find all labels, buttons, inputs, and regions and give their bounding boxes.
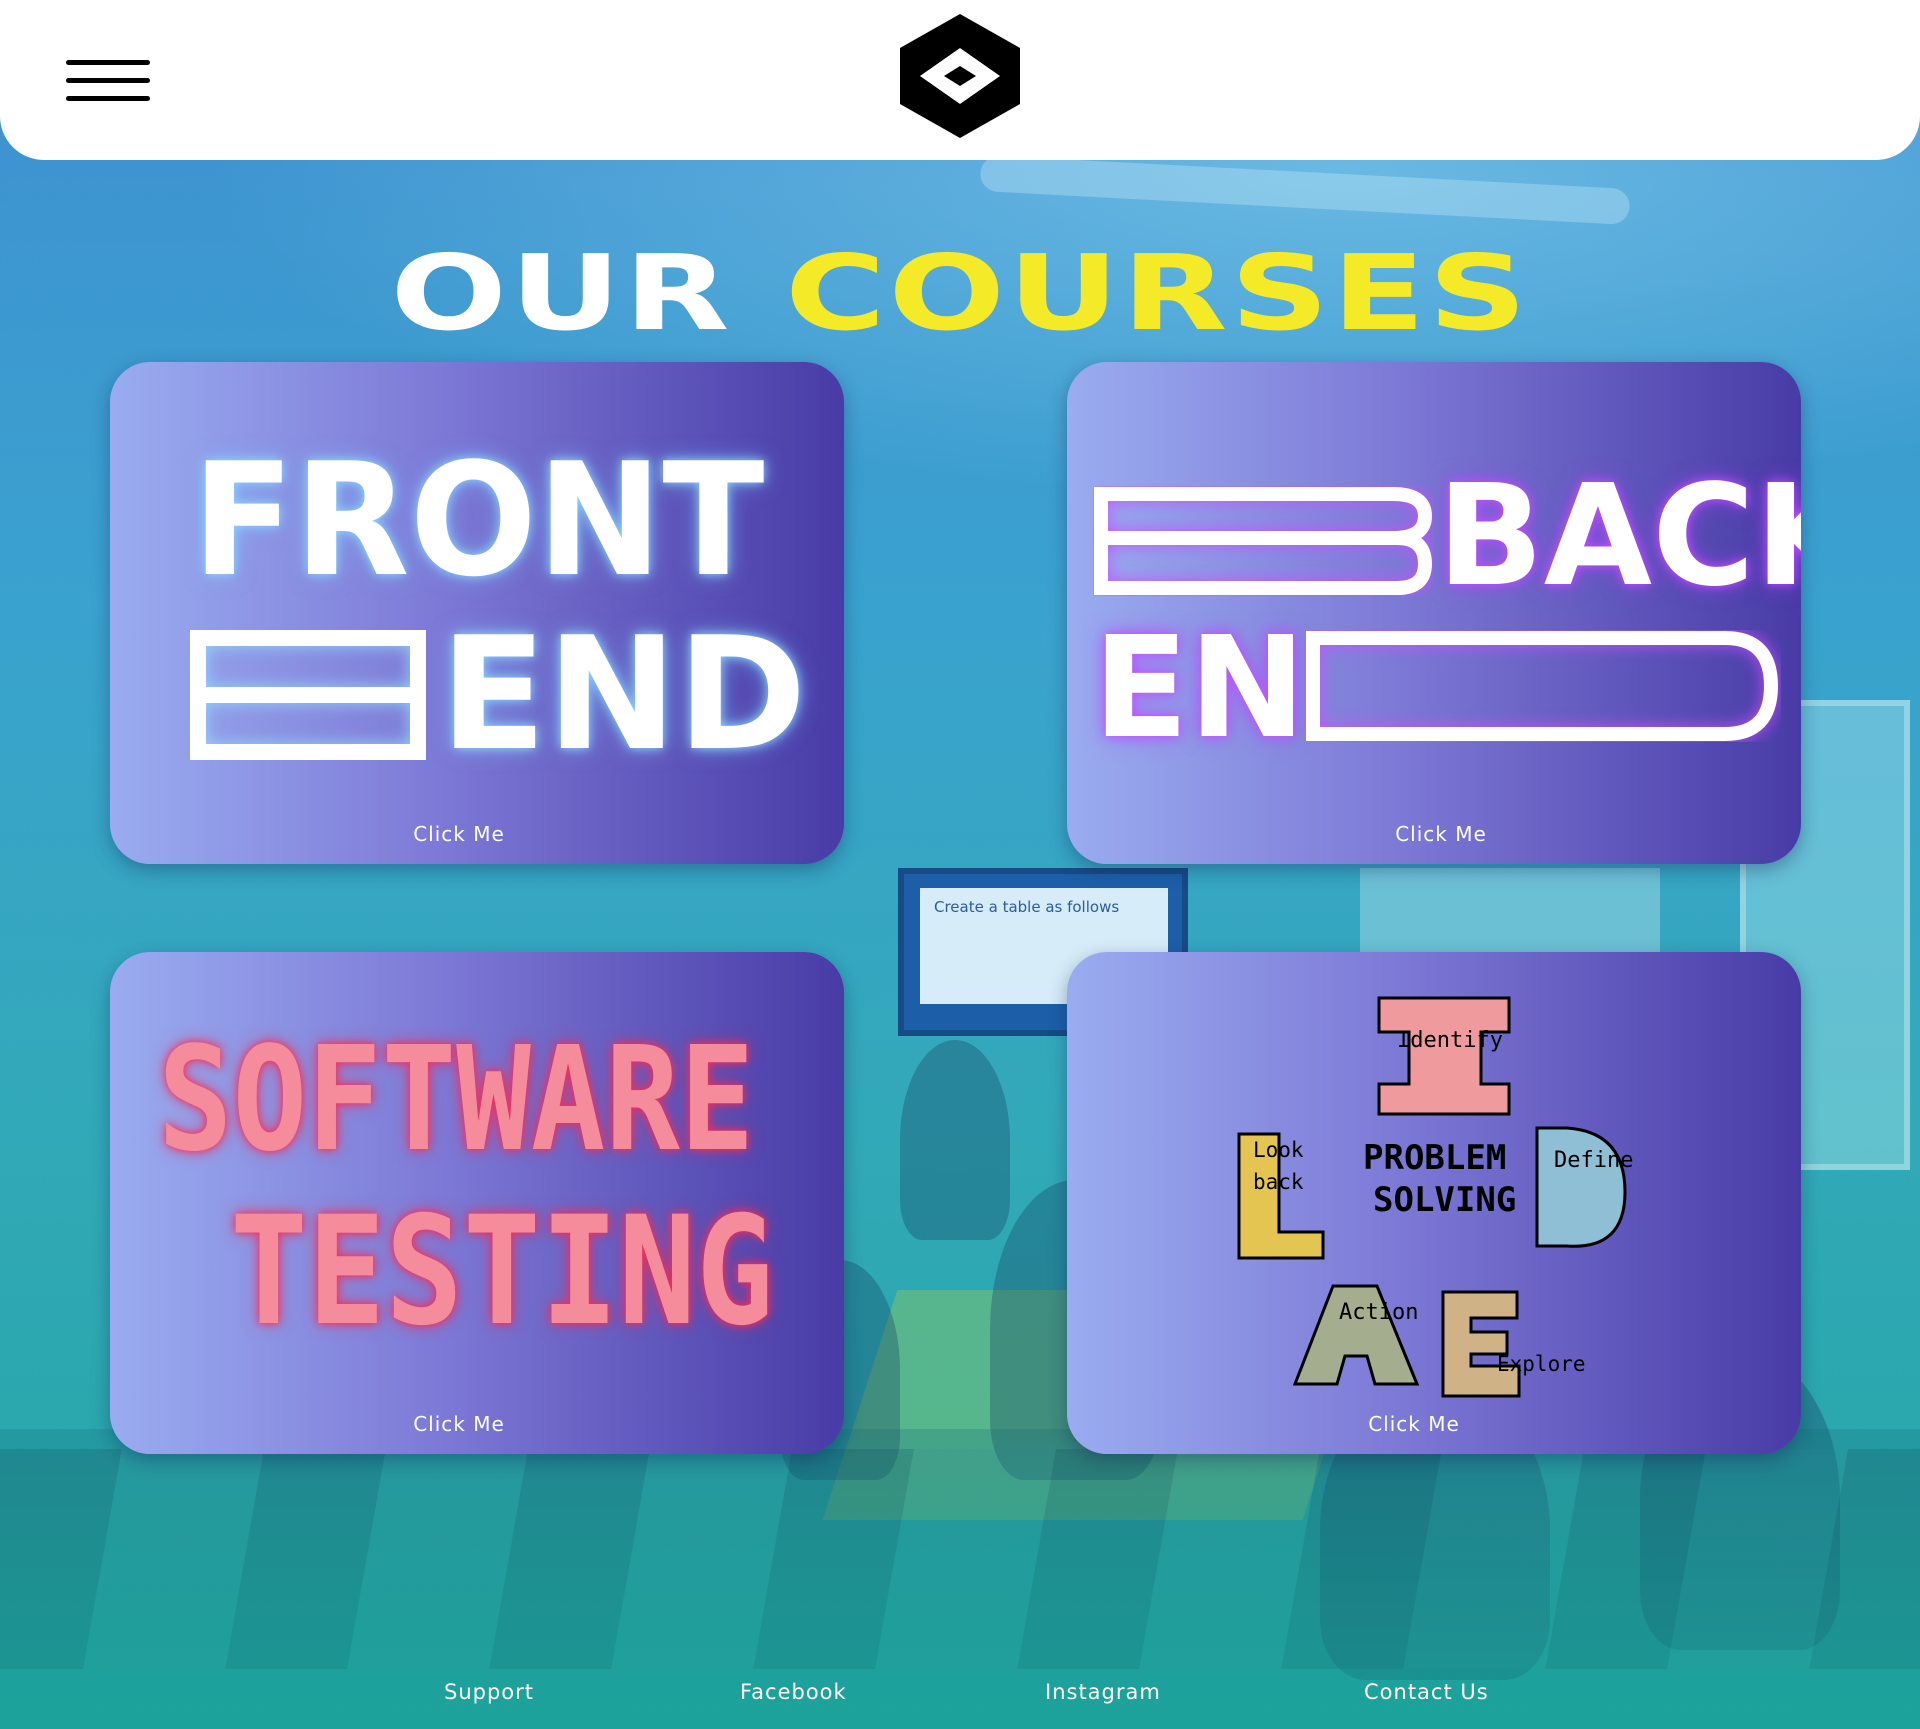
- step-look: Look: [1253, 1138, 1304, 1162]
- course-card-software-testing[interactable]: SOFTWARE TESTING Click Me: [110, 952, 844, 1454]
- front-end-click-button[interactable]: Click Me: [110, 822, 844, 846]
- letter-d-shape: [1535, 1126, 1627, 1248]
- title-word-courses: COURSES: [784, 232, 1530, 354]
- step-identify: Identify: [1397, 1028, 1503, 1053]
- footer-link-support[interactable]: Support: [444, 1680, 534, 1704]
- problem-solving-click-button[interactable]: Click Me: [1067, 1412, 1801, 1436]
- course-card-problem-solving[interactable]: Identify Define Explore Action Look back…: [1067, 952, 1801, 1454]
- letter-i-shape: [1377, 996, 1511, 1116]
- student: [900, 1040, 1010, 1240]
- front-end-art-line1: FRONT: [192, 429, 765, 611]
- back-end-art-line1: BACK: [1437, 455, 1801, 618]
- problem-solving-center-line2: SOLVING: [1373, 1180, 1517, 1220]
- page-title: OUR COURSES: [0, 232, 1920, 354]
- front-end-e-stripes-icon: [190, 630, 426, 760]
- screen-text: Create a table as follows: [934, 898, 1120, 916]
- site-header: [0, 0, 1920, 160]
- software-testing-click-button[interactable]: Click Me: [110, 1412, 844, 1436]
- footer-link-instagram[interactable]: Instagram: [1045, 1680, 1161, 1704]
- back-end-d-stripes-icon: [1306, 631, 1779, 741]
- back-end-click-button[interactable]: Click Me: [1067, 822, 1801, 846]
- step-define: Define: [1554, 1148, 1634, 1173]
- software-testing-art-line2: TESTING: [230, 1185, 774, 1359]
- course-card-front-end[interactable]: FRONT END Click Me: [110, 362, 844, 864]
- step-explore: Explore: [1497, 1352, 1586, 1376]
- step-action: Action: [1339, 1300, 1419, 1325]
- site-footer: Support Facebook Instagram Contact Us: [0, 1680, 1920, 1720]
- hamburger-menu-icon[interactable]: [66, 60, 150, 102]
- course-card-back-end[interactable]: BACK EN Click Me: [1067, 362, 1801, 864]
- diamond-hex-logo-icon[interactable]: [898, 12, 1022, 140]
- title-word-our: OUR: [390, 232, 733, 354]
- front-end-art-line2: END: [440, 603, 807, 785]
- step-back: back: [1253, 1170, 1304, 1194]
- letter-e-shape: [1441, 1290, 1521, 1398]
- problem-solving-center-line1: PROBLEM: [1363, 1138, 1507, 1178]
- footer-link-contact-us[interactable]: Contact Us: [1364, 1680, 1489, 1704]
- back-end-b-stripes-icon: [1094, 487, 1433, 595]
- software-testing-art-line1: SOFTWARE: [158, 1015, 755, 1183]
- footer-link-facebook[interactable]: Facebook: [740, 1680, 847, 1704]
- back-end-art-line2: EN: [1093, 607, 1306, 770]
